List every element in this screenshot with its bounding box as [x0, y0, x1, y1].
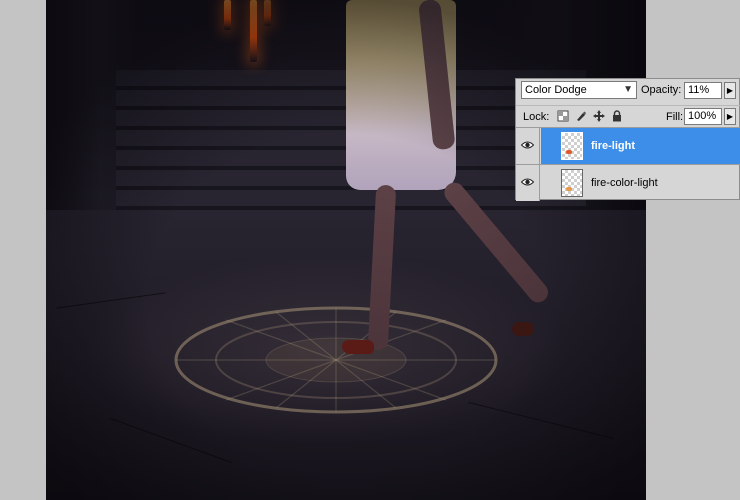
- opacity-label: Opacity:: [641, 84, 682, 96]
- fill-slider-button[interactable]: ▶: [724, 108, 736, 125]
- layer-name: fire-light: [591, 140, 635, 152]
- lock-label: Lock:: [523, 111, 550, 123]
- fill-value: 100%: [688, 110, 717, 122]
- lock-image-pixels-icon[interactable]: [575, 110, 587, 122]
- blend-mode-select[interactable]: Color Dodge ▼: [521, 81, 637, 99]
- layers-panel: Color Dodge ▼ Opacity: 11% ▶ Lock: Fill:…: [515, 78, 740, 201]
- layer-visibility-toggle[interactable]: [516, 128, 540, 164]
- opacity-value: 11%: [688, 84, 710, 96]
- layer-row-fire-light[interactable]: fire-light: [516, 127, 740, 164]
- eye-icon: [521, 141, 534, 149]
- layer-name: fire-color-light: [591, 177, 658, 189]
- lock-all-icon[interactable]: [611, 110, 623, 122]
- document-canvas[interactable]: [46, 0, 646, 500]
- blend-mode-value: Color Dodge: [525, 84, 587, 96]
- layer-thumbnail: [561, 132, 583, 160]
- fill-label: Fill:: [666, 111, 684, 123]
- fill-input[interactable]: 100%: [684, 108, 722, 125]
- canvas-vignette: [46, 0, 646, 500]
- blend-opacity-row: Color Dodge ▼ Opacity: 11% ▶: [516, 79, 740, 103]
- lock-position-icon[interactable]: [593, 110, 605, 122]
- layer-thumbnail: [561, 169, 583, 197]
- chevron-down-icon: ▼: [623, 84, 633, 95]
- opacity-slider-button[interactable]: ▶: [724, 82, 736, 99]
- eye-icon: [521, 178, 534, 186]
- layer-row-fire-color-light[interactable]: fire-color-light: [516, 164, 740, 201]
- layer-visibility-toggle[interactable]: [516, 165, 540, 201]
- opacity-input[interactable]: 11%: [684, 82, 722, 99]
- lock-fill-row: Lock: Fill: 100% ▶: [516, 105, 740, 128]
- lock-transparency-icon[interactable]: [557, 110, 569, 122]
